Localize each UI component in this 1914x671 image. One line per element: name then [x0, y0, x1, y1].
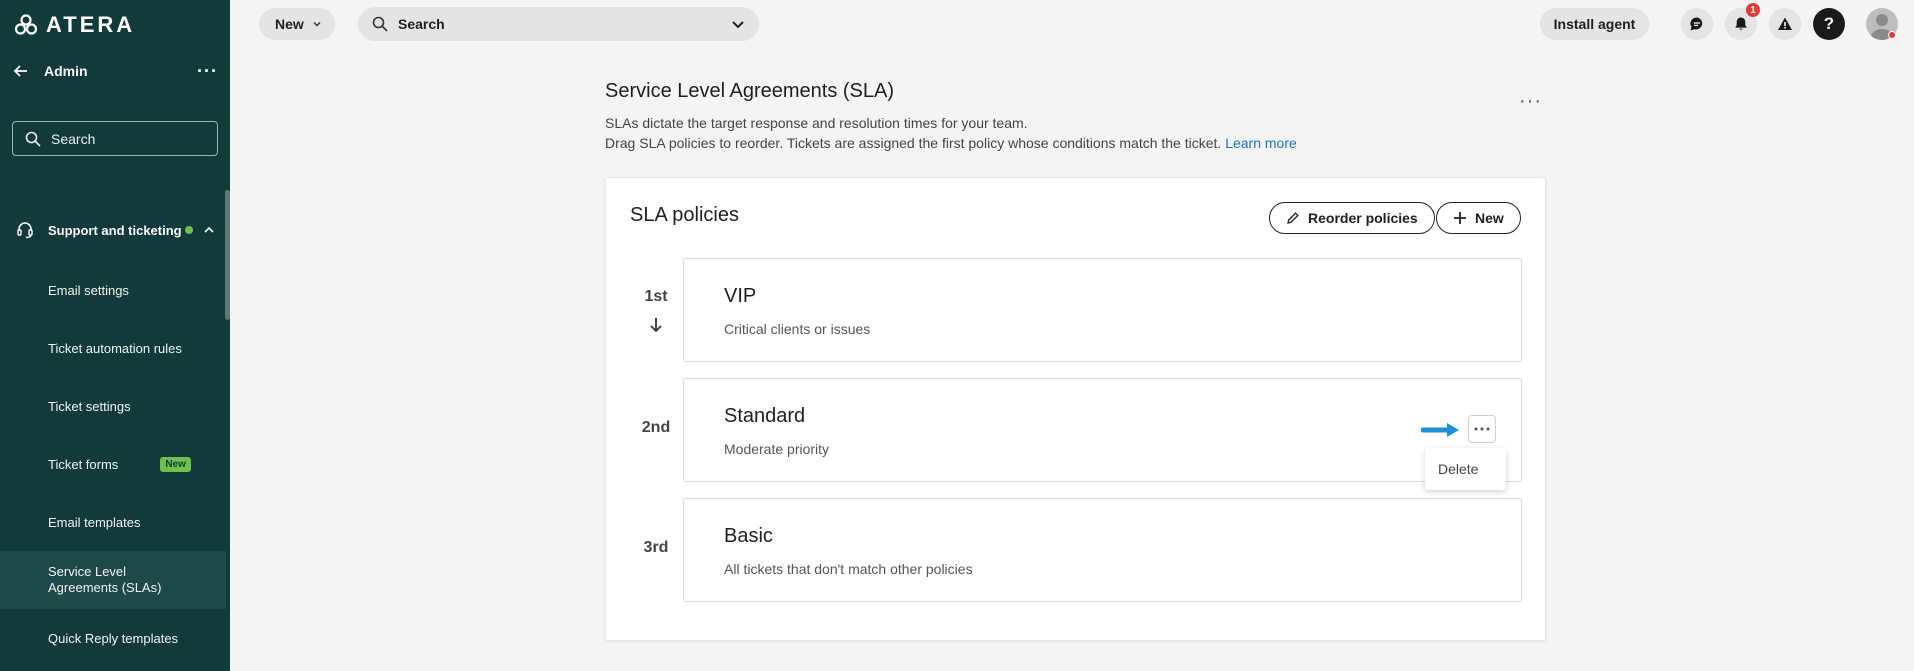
help-button[interactable]: ?	[1813, 8, 1845, 40]
policy-context-menu: Delete	[1425, 448, 1506, 490]
sidebar-item-ticket-automation-rules[interactable]: Ticket automation rules	[0, 332, 226, 364]
sidebar-search-input[interactable]: Search	[12, 121, 218, 156]
reorder-label: Reorder policies	[1308, 210, 1418, 226]
admin-label: Admin	[44, 63, 88, 79]
warning-icon	[1778, 17, 1792, 30]
help-icon: ?	[1823, 14, 1835, 33]
policy-more-button[interactable]	[1468, 415, 1496, 443]
chevron-down-icon	[313, 21, 321, 27]
install-agent-label: Install agent	[1553, 16, 1636, 32]
sidebar-scrollbar[interactable]	[225, 190, 230, 320]
chevron-up-icon	[204, 226, 214, 233]
sidebar-item-label: Ticket forms	[48, 456, 119, 472]
policy-name: Basic	[724, 525, 773, 547]
search-icon	[25, 131, 41, 147]
new-button-label: New	[275, 16, 304, 32]
atera-logo-icon	[14, 14, 38, 35]
new-policy-button[interactable]: New	[1436, 202, 1521, 234]
policy-name: VIP	[724, 285, 757, 307]
sidebar-search-placeholder: Search	[51, 130, 96, 147]
chevron-down-icon[interactable]	[731, 17, 745, 31]
sidebar-group-label: Support and ticketing	[48, 222, 182, 238]
card-title: SLA policies	[630, 204, 739, 226]
sidebar-item-label: Email settings	[48, 282, 129, 298]
new-badge: New	[160, 456, 191, 472]
sidebar-item-label: Email templates	[48, 514, 141, 530]
sidebar-item-label: Ticket automation rules	[48, 340, 182, 356]
policy-row-standard[interactable]: Standard Moderate priority	[683, 378, 1522, 482]
arrow-down-icon	[650, 318, 662, 333]
sidebar-item-quick-reply-templates[interactable]: Quick Reply templates	[0, 622, 226, 654]
page-description-text: Drag SLA policies to reorder. Tickets ar…	[605, 135, 1222, 151]
pencil-icon	[1287, 212, 1299, 224]
sidebar-group-support[interactable]: Support and ticketing	[16, 221, 216, 239]
sidebar: ATERA Admin ··· Search Support and ticke…	[0, 0, 230, 671]
search-placeholder: Search	[398, 16, 445, 32]
sidebar-item-label: Ticket settings	[48, 398, 131, 414]
sidebar-item-label: Service Level Agreements (SLAs)	[48, 564, 162, 595]
headset-icon	[17, 222, 33, 239]
status-dot	[184, 226, 193, 234]
sidebar-item-email-templates[interactable]: Email templates	[0, 506, 226, 538]
policy-description: Moderate priority	[724, 441, 830, 457]
logo[interactable]: ATERA	[14, 12, 135, 38]
policy-name: Standard	[724, 405, 806, 427]
notifications-button[interactable]: 1	[1725, 3, 1760, 40]
alerts-button[interactable]	[1769, 8, 1801, 40]
page-title: Service Level Agreements (SLA)	[605, 80, 895, 102]
policy-rank: 1st	[644, 288, 668, 305]
search-icon	[372, 16, 388, 32]
global-search-input[interactable]: Search	[358, 7, 759, 41]
new-dropdown-button[interactable]: New	[259, 8, 335, 40]
install-agent-button[interactable]: Install agent	[1540, 8, 1649, 40]
delete-menu-item[interactable]: Delete	[1438, 461, 1478, 477]
sidebar-item-email-settings[interactable]: Email settings	[0, 274, 226, 306]
learn-more-link[interactable]: Learn more	[1225, 135, 1297, 151]
plus-icon	[1454, 212, 1466, 224]
avatar-status-dot	[1888, 31, 1896, 39]
chat-button[interactable]	[1681, 8, 1713, 40]
page-description-line-2: Drag SLA policies to reorder. Tickets ar…	[605, 135, 1297, 151]
policy-rank: 3rd	[643, 539, 669, 556]
back-arrow-icon[interactable]	[12, 62, 30, 80]
policy-row-basic[interactable]: Basic All tickets that don't match other…	[683, 498, 1522, 602]
admin-header: Admin ···	[12, 62, 218, 80]
bell-icon	[1735, 17, 1747, 30]
policy-description: All tickets that don't match other polic…	[724, 561, 973, 577]
sla-policies-card: SLA policies Reorder policies New 1st VI…	[605, 177, 1546, 641]
new-label: New	[1475, 210, 1504, 226]
ellipsis-icon	[1474, 427, 1490, 431]
policy-row-vip[interactable]: VIP Critical clients or issues	[683, 258, 1522, 362]
sidebar-item-slas[interactable]: Service Level Agreements (SLAs)	[0, 551, 226, 609]
policy-description: Critical clients or issues	[724, 321, 871, 337]
sidebar-item-label: Quick Reply templates	[48, 630, 179, 646]
page-more-options-icon[interactable]: ···	[1519, 91, 1542, 111]
sidebar-item-ticket-settings[interactable]: Ticket settings	[0, 390, 226, 422]
logo-text: ATERA	[46, 12, 136, 37]
policy-rank: 2nd	[641, 419, 671, 436]
chat-icon	[1690, 17, 1703, 31]
pointer-arrow-icon	[1421, 423, 1459, 437]
reorder-policies-button[interactable]: Reorder policies	[1269, 202, 1435, 234]
more-options-icon[interactable]: ···	[197, 62, 218, 80]
page-description-line-1: SLAs dictate the target response and res…	[605, 115, 1028, 131]
sidebar-item-ticket-forms[interactable]: Ticket forms New	[0, 448, 226, 480]
notification-count-badge: 1	[1746, 3, 1760, 17]
